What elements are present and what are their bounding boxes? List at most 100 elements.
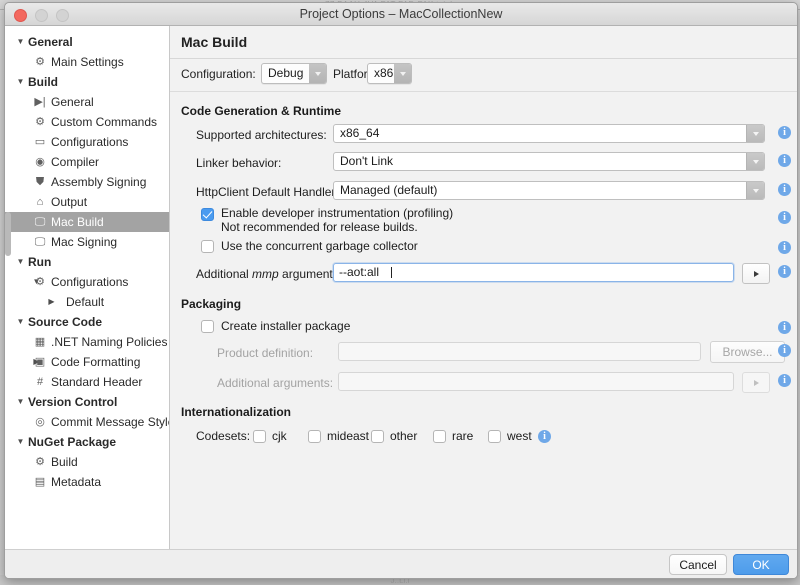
sidebar-item-nuget-package[interactable]: ▼NuGet Package (5, 432, 169, 452)
codeset-checkbox-other[interactable] (371, 430, 384, 443)
sidebar-item-custom-commands[interactable]: ⚙Custom Commands (5, 112, 169, 132)
cancel-button[interactable]: Cancel (669, 554, 727, 575)
project-options-dialog: Project Options – MacCollectionNew ▼Gene… (4, 2, 798, 579)
enable-profiling-checkbox[interactable] (201, 208, 214, 221)
sidebar-item-label: Main Settings (51, 52, 124, 72)
section-title-packaging: Packaging (181, 297, 241, 311)
sidebar-item-mac-build[interactable]: 🖵Mac Build (5, 212, 169, 232)
sidebar-item-run[interactable]: ▼Run (5, 252, 169, 272)
mmp-arguments-label-pre: Additional (196, 267, 252, 281)
supported-architectures-combo[interactable]: x86_64 (333, 124, 765, 143)
mmp-arguments-input[interactable]: --aot:all (333, 263, 734, 282)
info-icon[interactable]: i (778, 321, 791, 334)
sidebar-item-commit-message-style[interactable]: ◎Commit Message Style (5, 412, 169, 432)
sidebar-item-label: Custom Commands (51, 112, 157, 132)
sidebar-item-label: Version Control (28, 395, 117, 409)
enable-profiling-label: Enable developer instrumentation (profil… (221, 206, 453, 220)
sidebar-item-mac-signing[interactable]: 🖵Mac Signing (5, 232, 169, 252)
sidebar-item-icon: ⚙ (33, 272, 47, 292)
codeset-checkbox-mideast[interactable] (308, 430, 321, 443)
sidebar-item-version-control[interactable]: ▼Version Control (5, 392, 169, 412)
settings-content-pane: Mac Build Configuration: Debug Platform:… (170, 26, 797, 550)
window-titlebar[interactable]: Project Options – MacCollectionNew (5, 3, 797, 26)
info-icon[interactable]: i (778, 126, 791, 139)
sidebar-item-build[interactable]: ▼Build (5, 72, 169, 92)
codeset-checkbox-cjk[interactable] (253, 430, 266, 443)
pane-header: Mac Build (170, 26, 797, 59)
play-triangle-icon (754, 380, 759, 386)
sidebar-item-configurations[interactable]: ▭Configurations (5, 132, 169, 152)
sidebar-item-icon: 🖵 (33, 212, 47, 232)
info-icon[interactable]: i (778, 265, 791, 278)
configuration-bar: Configuration: Debug Platform: x86 (170, 59, 797, 92)
create-installer-checkbox[interactable] (201, 320, 214, 333)
sidebar-item-code-formatting[interactable]: ▶▣Code Formatting (5, 352, 169, 372)
sidebar-item-label: NuGet Package (28, 435, 116, 449)
info-icon[interactable]: i (778, 241, 791, 254)
platform-dropdown[interactable]: x86 (367, 63, 412, 84)
sidebar-item-output[interactable]: ⌂Output (5, 192, 169, 212)
info-icon[interactable]: i (778, 344, 791, 357)
sidebar-item-build[interactable]: ⚙Build (5, 452, 169, 472)
sidebar-item-configurations[interactable]: ▼⚙Configurations (5, 272, 169, 292)
disclosure-triangle-closed-icon[interactable]: ▶ (47, 292, 56, 312)
sidebar-item-standard-header[interactable]: #Standard Header (5, 372, 169, 392)
configuration-label: Configuration: (181, 67, 256, 81)
disclosure-triangle-open-icon[interactable]: ▼ (16, 432, 25, 452)
disclosure-triangle-open-icon[interactable]: ▼ (16, 312, 25, 332)
sidebar-item-net-naming-policies[interactable]: ▦.NET Naming Policies (5, 332, 169, 352)
sidebar-item-icon: ▣ (33, 352, 47, 372)
sidebar-item-source-code[interactable]: ▼Source Code (5, 312, 169, 332)
httpclient-handler-value: Managed (default) (340, 182, 437, 199)
disclosure-triangle-open-icon[interactable]: ▼ (16, 392, 25, 412)
sidebar-item-default[interactable]: ▶ Default (5, 292, 169, 312)
httpclient-handler-label: HttpClient Default Handler: (196, 185, 339, 199)
chevron-down-icon[interactable] (746, 125, 764, 142)
disclosure-triangle-open-icon[interactable]: ▼ (16, 32, 25, 52)
sidebar-item-metadata[interactable]: ▤Metadata (5, 472, 169, 492)
ok-button[interactable]: OK (733, 554, 789, 575)
sidebar-item-assembly-signing[interactable]: ⛊Assembly Signing (5, 172, 169, 192)
disclosure-triangle-open-icon[interactable]: ▼ (16, 252, 25, 272)
sidebar-item-label: Compiler (51, 152, 99, 172)
sidebar-item-icon: ▶| (33, 92, 47, 112)
settings-tree-sidebar[interactable]: ▼General⚙Main Settings▼Build▶|General⚙Cu… (5, 26, 170, 550)
configuration-dropdown[interactable]: Debug (261, 63, 327, 84)
httpclient-handler-combo[interactable]: Managed (default) (333, 181, 765, 200)
sidebar-item-icon: ▤ (33, 472, 47, 492)
linker-behavior-combo[interactable]: Don't Link (333, 152, 765, 171)
info-icon[interactable]: i (778, 374, 791, 387)
sidebar-item-label: Mac Build (51, 212, 104, 232)
info-icon[interactable]: i (778, 154, 791, 167)
packaging-arguments-expand-button[interactable] (742, 372, 770, 393)
sidebar-item-label: Metadata (51, 472, 101, 492)
page-title: Mac Build (181, 34, 247, 50)
info-icon[interactable]: i (538, 430, 551, 443)
concurrent-gc-checkbox[interactable] (201, 240, 214, 253)
linker-behavior-label: Linker behavior: (196, 156, 281, 170)
packaging-additional-arguments-input[interactable] (338, 372, 734, 391)
chevron-down-icon (394, 64, 411, 83)
sidebar-item-compiler[interactable]: ◉Compiler (5, 152, 169, 172)
codeset-checkbox-rare[interactable] (433, 430, 446, 443)
create-installer-label: Create installer package (221, 319, 350, 333)
mmp-arguments-expand-button[interactable] (742, 263, 770, 284)
codeset-label-cjk: cjk (272, 429, 287, 443)
chevron-down-icon[interactable] (746, 153, 764, 170)
chevron-down-icon[interactable] (746, 182, 764, 199)
info-icon[interactable]: i (778, 183, 791, 196)
disclosure-triangle-open-icon[interactable]: ▼ (16, 72, 25, 92)
sidebar-item-general[interactable]: ▼General (5, 32, 169, 52)
codeset-checkbox-west[interactable] (488, 430, 501, 443)
browse-button[interactable]: Browse... (710, 341, 785, 363)
sidebar-item-icon: ◎ (33, 412, 47, 432)
sidebar-scrollbar-thumb[interactable] (5, 212, 11, 256)
sidebar-item-label: Run (28, 255, 51, 269)
sidebar-item-main-settings[interactable]: ⚙Main Settings (5, 52, 169, 72)
sidebar-item-label: .NET Naming Policies (51, 332, 167, 352)
sidebar-item-general[interactable]: ▶|General (5, 92, 169, 112)
sidebar-item-label: Default (66, 292, 104, 312)
info-icon[interactable]: i (778, 211, 791, 224)
product-definition-input[interactable] (338, 342, 701, 361)
codeset-label-mideast: mideast (327, 429, 369, 443)
